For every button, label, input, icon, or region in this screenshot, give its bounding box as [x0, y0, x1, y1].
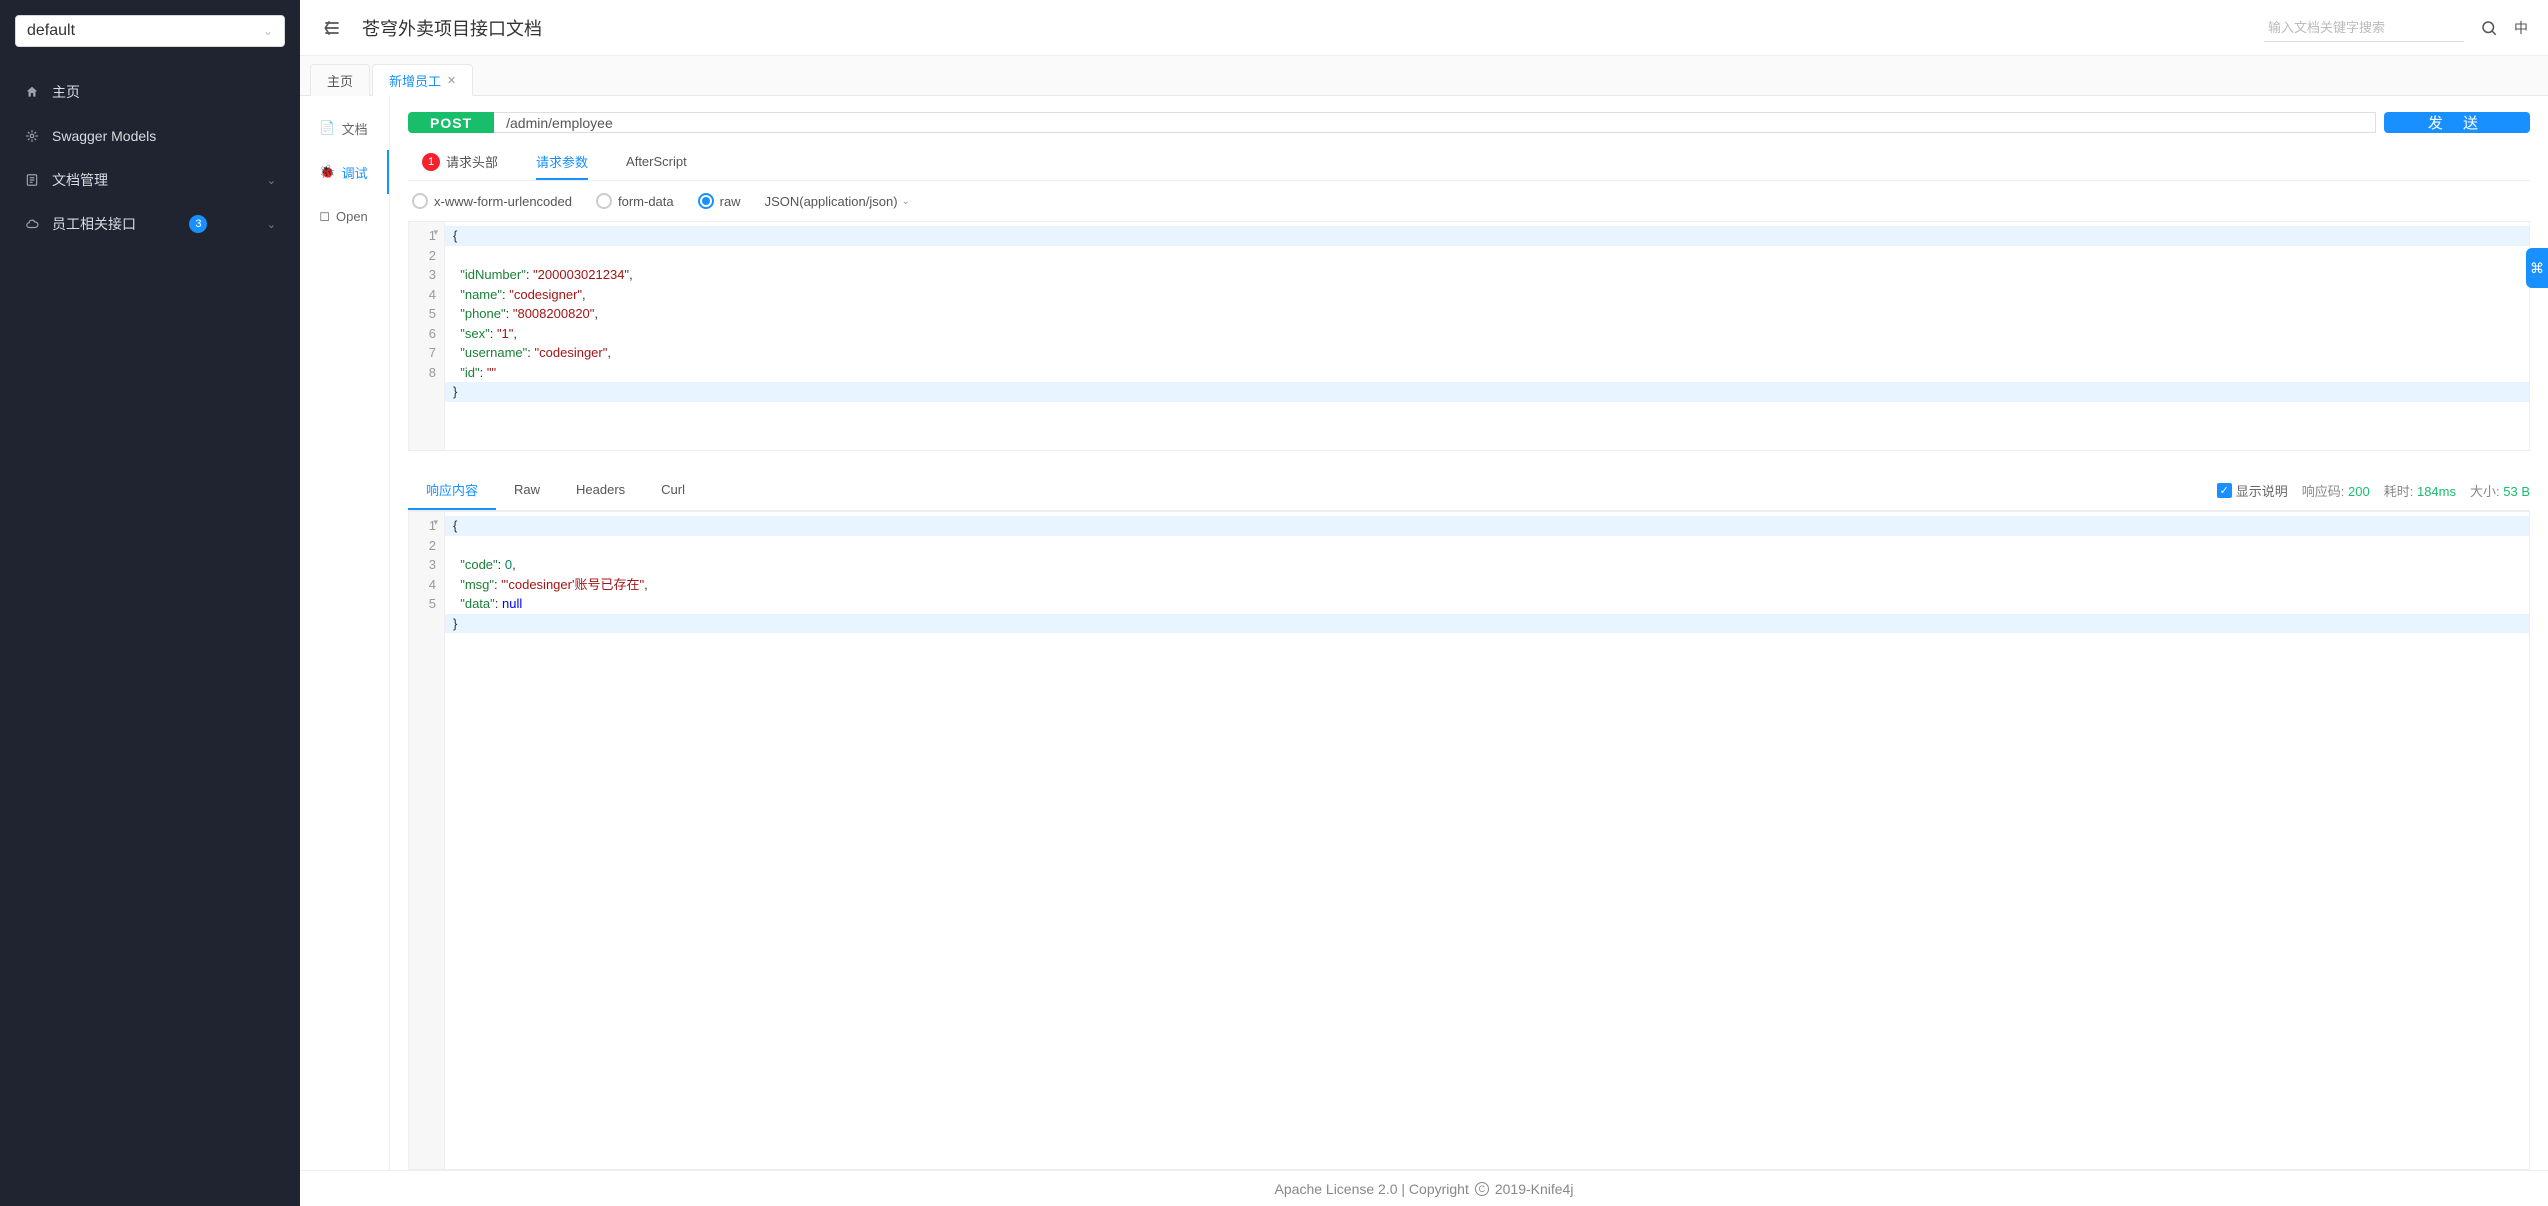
url-input[interactable] — [494, 112, 2376, 133]
line-gutter: 12345 — [409, 512, 445, 1169]
footer-text-left: Apache License 2.0 | Copyright — [1275, 1181, 1469, 1197]
side-menu: 主页 Swagger Models 文档管理 ⌄ 员工相关接口 3 ⌄ — [0, 62, 300, 246]
tab-label: Raw — [514, 482, 540, 497]
sidebar-item-label: 员工相关接口 — [52, 214, 136, 234]
footer: Apache License 2.0 | Copyright C 2019-Kn… — [300, 1170, 2548, 1206]
chevron-down-icon: ⌄ — [902, 196, 910, 207]
rail-open[interactable]: ◻ Open — [300, 194, 389, 238]
copyright-icon: C — [1475, 1182, 1489, 1196]
body-type-formdata[interactable]: form-data — [596, 193, 674, 209]
response-body-editor[interactable]: 12345 { "code": 0, "msg": "'codesinger'账… — [408, 511, 2530, 1170]
response-size: 大小: 53 B — [2470, 481, 2530, 500]
content-type-label: JSON(application/json) — [765, 194, 898, 209]
rail-doc[interactable]: 📄 文档 — [300, 106, 389, 150]
code-area[interactable]: { "idNumber": "200003021234", "name": "c… — [445, 222, 2529, 450]
home-icon — [24, 84, 40, 100]
topbar-right: 中 — [2264, 14, 2528, 42]
content-type-select[interactable]: JSON(application/json) ⌄ — [765, 194, 910, 209]
http-method-badge: POST — [408, 112, 494, 133]
count-badge: 1 — [422, 153, 440, 171]
sidebar: default ⌄ 主页 Swagger Models 文档管理 ⌄ — [0, 0, 300, 1206]
tab-label: 主页 — [327, 71, 353, 90]
footer-text-right: 2019-Knife4j — [1495, 1181, 1574, 1197]
chevron-down-icon: ⌄ — [267, 218, 276, 231]
api-group-select[interactable]: default ⌄ — [15, 15, 285, 47]
tab-afterscript[interactable]: AfterScript — [626, 145, 687, 180]
sidebar-item-swagger-models[interactable]: Swagger Models — [0, 114, 300, 158]
app-title: 苍穹外卖项目接口文档 — [362, 15, 542, 41]
sidebar-collapse-button[interactable] — [320, 16, 344, 40]
close-icon[interactable]: ✕ — [447, 74, 456, 87]
elapsed-time: 耗时: 184ms — [2384, 481, 2456, 500]
send-button[interactable]: 发 送 — [2384, 112, 2530, 133]
rail-label: 文档 — [342, 119, 368, 138]
tab-label: Curl — [661, 482, 685, 497]
status-code: 响应码: 200 — [2302, 481, 2370, 500]
search-icon[interactable] — [2480, 19, 2498, 37]
doc-manage-icon — [24, 172, 40, 188]
tab-label: Headers — [576, 482, 625, 497]
detail-pane: POST 发 送 1 请求头部 请求参数 AfterScript — [390, 96, 2548, 1170]
rail-label: 调试 — [342, 163, 368, 182]
chevron-down-icon: ⌄ — [267, 174, 276, 187]
tab-response-raw[interactable]: Raw — [496, 471, 558, 510]
tab-label: 请求参数 — [536, 152, 588, 171]
body-type-urlencoded[interactable]: x-www-form-urlencoded — [412, 193, 572, 209]
tab-label: 响应内容 — [426, 480, 478, 499]
document-icon: 📄 — [319, 120, 335, 136]
toggle-label: 显示说明 — [2236, 481, 2288, 500]
rail-debug[interactable]: 🐞 调试 — [300, 150, 389, 194]
sidebar-item-label: 文档管理 — [52, 170, 108, 190]
request-tabs: 1 请求头部 请求参数 AfterScript — [408, 145, 2530, 181]
tab-label: 新增员工 — [389, 71, 441, 90]
sidebar-item-home[interactable]: 主页 — [0, 70, 300, 114]
chevron-down-icon: ⌄ — [263, 24, 273, 38]
detail-rail: 📄 文档 🐞 调试 ◻ Open — [300, 96, 390, 1170]
code-area: { "code": 0, "msg": "'codesinger'账号已存在",… — [445, 512, 2529, 1169]
tab-label: AfterScript — [626, 154, 687, 169]
sidebar-top: default ⌄ — [0, 0, 300, 62]
tab-response-curl[interactable]: Curl — [643, 471, 703, 510]
select-value: default — [27, 22, 75, 40]
topbar: 苍穹外卖项目接口文档 中 — [300, 0, 2548, 56]
radio-icon — [698, 193, 714, 209]
right-drawer-toggle[interactable]: ⌘ — [2526, 248, 2548, 288]
tab-request-headers[interactable]: 1 请求头部 — [422, 145, 498, 180]
line-gutter: 12345678 — [409, 222, 445, 450]
body-type-row: x-www-form-urlencoded form-data raw JSON… — [408, 181, 2530, 221]
request-body-editor[interactable]: 12345678 { "idNumber": "200003021234", "… — [408, 221, 2530, 451]
radio-icon — [412, 193, 428, 209]
response-tabs: 响应内容 Raw Headers Curl ✓ 显示说明 响应码: 200 耗时… — [408, 471, 2530, 511]
option-label: form-data — [618, 194, 674, 209]
search-input[interactable] — [2264, 14, 2464, 42]
tab-label: 请求头部 — [446, 152, 498, 171]
sidebar-item-label: Swagger Models — [52, 128, 156, 144]
doc-tabs: 主页 新增员工 ✕ — [300, 56, 2548, 96]
rail-label: Open — [336, 209, 368, 224]
option-label: raw — [720, 194, 741, 209]
tab-add-employee[interactable]: 新增员工 ✕ — [372, 64, 473, 96]
open-icon: ◻ — [319, 208, 330, 224]
checkbox-icon: ✓ — [2217, 483, 2232, 498]
tab-response-body[interactable]: 响应内容 — [408, 471, 496, 510]
sidebar-item-doc-management[interactable]: 文档管理 ⌄ — [0, 158, 300, 202]
body-type-raw[interactable]: raw — [698, 193, 741, 209]
tab-request-params[interactable]: 请求参数 — [536, 145, 588, 180]
radio-icon — [596, 193, 612, 209]
bug-icon: 🐞 — [319, 164, 335, 180]
count-badge: 3 — [189, 215, 207, 233]
tab-response-headers[interactable]: Headers — [558, 471, 643, 510]
url-row: POST 发 送 — [408, 112, 2530, 133]
show-desc-toggle[interactable]: ✓ 显示说明 — [2217, 481, 2288, 500]
models-icon — [24, 128, 40, 144]
response-meta: ✓ 显示说明 响应码: 200 耗时: 184ms 大小: 53 B — [2217, 481, 2530, 500]
content: 📄 文档 🐞 调试 ◻ Open POST 发 送 1 请求头部 — [300, 96, 2548, 1170]
cloud-icon — [24, 216, 40, 232]
tab-home[interactable]: 主页 — [310, 64, 370, 96]
option-label: x-www-form-urlencoded — [434, 194, 572, 209]
main: 苍穹外卖项目接口文档 中 主页 新增员工 ✕ 📄 文档 🐞 调试 — [300, 0, 2548, 1206]
sidebar-item-label: 主页 — [52, 82, 80, 102]
sidebar-item-employee-api[interactable]: 员工相关接口 3 ⌄ — [0, 202, 300, 246]
language-toggle[interactable]: 中 — [2514, 18, 2528, 38]
